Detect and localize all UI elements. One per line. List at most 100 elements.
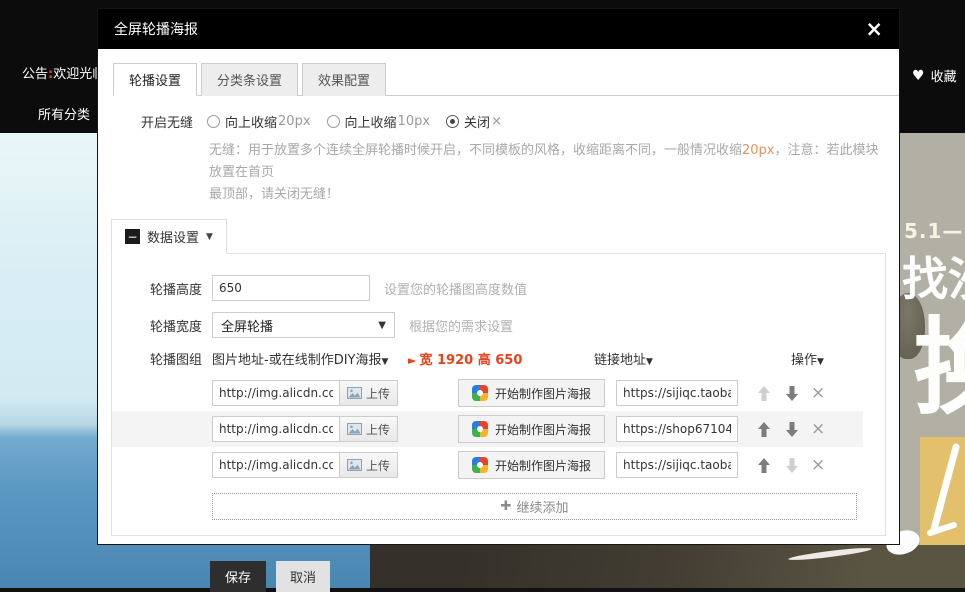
poster-gold-badge — [920, 437, 965, 545]
modal-title: 全屏轮播海报 — [114, 19, 198, 39]
carousel-width-row: 轮播宽度 全屏轮播 ▼ 根据您的需求设置 — [112, 312, 885, 338]
diy-label: 开始制作图片海报 — [495, 385, 591, 402]
image-group-label: 轮播图组 — [140, 349, 202, 368]
carousel-image-row-2: 上传 开始制作图片海报 × — [112, 411, 863, 447]
radio-suffix: 10px — [398, 114, 431, 129]
upload-label: 上传 — [366, 457, 390, 474]
poster-maker-icon — [472, 457, 488, 473]
plus-icon: ✚ — [501, 499, 512, 514]
diy-poster-button[interactable]: 开始制作图片海报 — [458, 451, 605, 479]
carousel-height-row: 轮播高度 设置您的轮播图高度数值 — [112, 275, 885, 301]
modal-tabs: 轮播设置 分类条设置 效果配置 — [113, 62, 899, 96]
delete-row-icon[interactable]: × — [811, 385, 825, 402]
seamless-setting-row: 开启无缝 向上收缩20px 向上收缩10px 关闭× — [141, 112, 899, 131]
radio-icon — [327, 115, 340, 128]
add-more-label: 继续添加 — [516, 497, 568, 516]
close-icon[interactable]: × — [865, 19, 883, 40]
radio-shrink-10px[interactable]: 向上收缩10px — [327, 112, 431, 131]
move-up-icon[interactable] — [755, 421, 772, 438]
column-link-address[interactable]: 链接地址▼ — [594, 349, 734, 368]
diy-label: 开始制作图片海报 — [495, 457, 591, 474]
link-url-input[interactable] — [616, 452, 738, 478]
save-button[interactable]: 保存 — [210, 561, 266, 592]
carousel-image-row-1: 上传 开始制作图片海报 × — [112, 375, 863, 411]
carousel-width-select[interactable]: 全屏轮播 ▼ — [212, 312, 395, 338]
image-url-input[interactable] — [212, 452, 340, 478]
radio-icon — [207, 115, 220, 128]
radio-suffix: × — [491, 114, 502, 129]
image-icon — [347, 387, 362, 399]
shop-announcement: 公告:欢迎光临 — [22, 63, 105, 82]
link-url-input[interactable] — [616, 380, 738, 406]
carousel-width-label: 轮播宽度 — [140, 316, 202, 335]
delete-row-icon[interactable]: × — [811, 421, 825, 438]
upload-label: 上传 — [366, 385, 390, 402]
upload-button[interactable]: 上传 — [339, 452, 398, 478]
move-down-icon[interactable] — [783, 457, 800, 474]
diy-label: 开始制作图片海报 — [495, 421, 591, 438]
poster-maker-icon — [472, 421, 488, 437]
collapse-icon[interactable]: − — [125, 229, 140, 244]
move-down-icon[interactable] — [783, 421, 800, 438]
column-action[interactable]: 操作▼ — [791, 349, 824, 368]
help-line-1: 无缝：用于放置多个连续全屏轮播时候开启，不同模板的风格，收缩距离不同，一般情况收… — [209, 140, 891, 184]
data-settings-body: 轮播高度 设置您的轮播图高度数值 轮播宽度 全屏轮播 ▼ 根据您的需求设置 轮播… — [111, 253, 886, 536]
move-down-icon[interactable] — [783, 385, 800, 402]
carousel-settings-modal: 全屏轮播海报 × 轮播设置 分类条设置 效果配置 开启无缝 向上收缩20px 向… — [97, 8, 900, 545]
seamless-help-text: 无缝：用于放置多个连续全屏轮播时候开启，不同模板的风格，收缩距离不同，一般情况收… — [209, 140, 891, 206]
column-image-address[interactable]: 图片地址-或在线制作DIY海报▼ — [212, 349, 408, 368]
data-settings-header[interactable]: − 数据设置 ▼ — [111, 219, 227, 254]
carousel-height-input[interactable] — [212, 275, 370, 301]
poster-brush-number — [920, 437, 965, 545]
link-url-input[interactable] — [616, 416, 738, 442]
row-actions: × — [755, 457, 825, 474]
carousel-height-label: 轮播高度 — [140, 279, 202, 298]
move-up-icon[interactable] — [755, 457, 772, 474]
row-actions: × — [755, 421, 825, 438]
help-line-2: 最顶部，请关闭无缝！ — [209, 184, 891, 206]
modal-footer-buttons: 保存 取消 — [210, 561, 899, 592]
diy-poster-button[interactable]: 开始制作图片海报 — [458, 379, 605, 407]
announcement-prefix: 公告 — [22, 67, 48, 82]
add-more-button[interactable]: ✚ 继续添加 — [212, 493, 857, 520]
all-categories-menu[interactable]: 所有分类 — [38, 104, 90, 123]
carousel-width-hint: 根据您的需求设置 — [409, 316, 513, 335]
upload-label: 上传 — [366, 421, 390, 438]
radio-label: 关闭 — [464, 112, 490, 131]
chevron-down-icon: ▼ — [378, 320, 386, 331]
carousel-image-row-3: 上传 开始制作图片海报 × — [112, 447, 863, 483]
tab-carousel-settings[interactable]: 轮播设置 — [113, 63, 197, 96]
poster-date-text: 5.1— — [904, 219, 963, 243]
image-url-input[interactable] — [212, 416, 340, 442]
heart-icon: ♥ — [912, 68, 925, 84]
recommended-size-info: ►宽 1920 高 650 — [408, 349, 586, 368]
image-group-header: 轮播图组 图片地址-或在线制作DIY海报▼ ►宽 1920 高 650 链接地址… — [112, 349, 885, 368]
poster-maker-icon — [472, 385, 488, 401]
tab-category-bar-settings[interactable]: 分类条设置 — [201, 63, 298, 96]
radio-close-seamless[interactable]: 关闭× — [446, 112, 502, 131]
move-up-icon[interactable] — [755, 385, 772, 402]
delete-row-icon[interactable]: × — [811, 457, 825, 474]
poster-big-character: 换 — [913, 283, 965, 435]
favorite-shop-button[interactable]: ♥ 收藏 — [912, 66, 957, 85]
image-icon — [347, 459, 362, 471]
row-actions: × — [755, 385, 825, 402]
diy-poster-button[interactable]: 开始制作图片海报 — [458, 415, 605, 443]
arrow-right-icon: ► — [408, 354, 416, 367]
carousel-height-hint: 设置您的轮播图高度数值 — [384, 279, 527, 298]
data-settings-title: 数据设置 — [147, 227, 199, 246]
radio-icon — [446, 115, 459, 128]
data-settings-panel: − 数据设置 ▼ 轮播高度 设置您的轮播图高度数值 轮播宽度 全屏轮播 ▼ 根据… — [111, 219, 886, 536]
upload-button[interactable]: 上传 — [339, 380, 398, 406]
image-url-input[interactable] — [212, 380, 340, 406]
cancel-button[interactable]: 取消 — [276, 561, 330, 592]
radio-suffix: 20px — [278, 114, 311, 129]
radio-label: 向上收缩 — [225, 112, 277, 131]
radio-label: 向上收缩 — [345, 112, 397, 131]
tab-effect-config[interactable]: 效果配置 — [302, 63, 386, 96]
upload-button[interactable]: 上传 — [339, 416, 398, 442]
selected-option: 全屏轮播 — [221, 316, 273, 335]
modal-titlebar: 全屏轮播海报 × — [98, 9, 899, 49]
radio-shrink-20px[interactable]: 向上收缩20px — [207, 112, 311, 131]
chevron-down-icon: ▼ — [206, 232, 213, 242]
